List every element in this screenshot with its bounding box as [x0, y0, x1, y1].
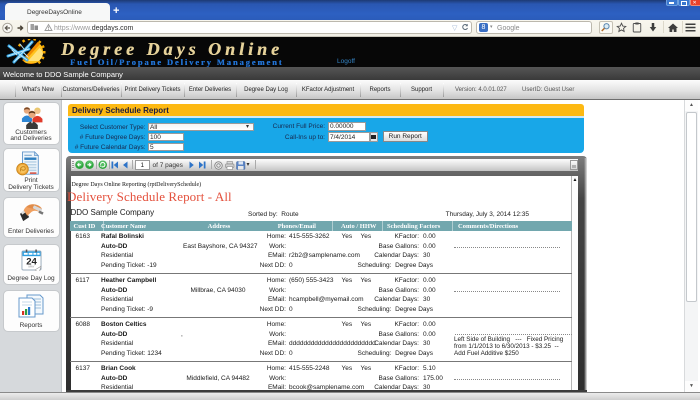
- svg-text:MAY: MAY: [29, 264, 35, 268]
